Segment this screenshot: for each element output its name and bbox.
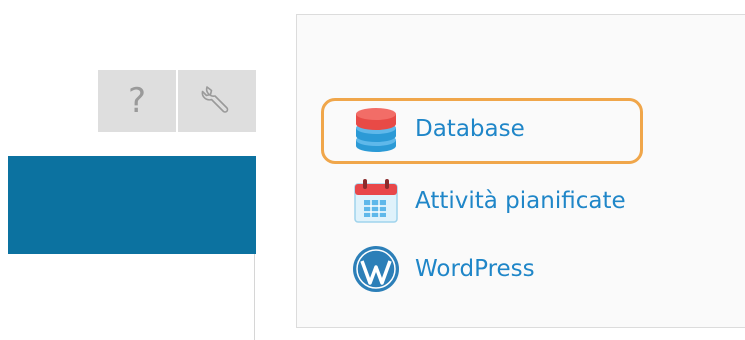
help-button[interactable]: ? [98, 70, 176, 132]
calendar-icon [351, 176, 401, 226]
scheduled-tasks-link[interactable]: Attività pianificate [351, 176, 626, 226]
wordpress-link[interactable]: WordPress [351, 244, 535, 294]
divider [254, 254, 255, 340]
tools-button[interactable] [178, 70, 256, 132]
header-bar [8, 156, 256, 254]
wordpress-icon [351, 244, 401, 294]
database-icon [351, 104, 401, 154]
database-link[interactable]: Database [351, 104, 525, 154]
wrench-icon [199, 81, 235, 121]
question-mark-icon: ? [127, 81, 147, 121]
scheduled-tasks-label: Attività pianificate [415, 188, 626, 214]
database-label: Database [415, 116, 525, 142]
wordpress-label: WordPress [415, 256, 535, 282]
